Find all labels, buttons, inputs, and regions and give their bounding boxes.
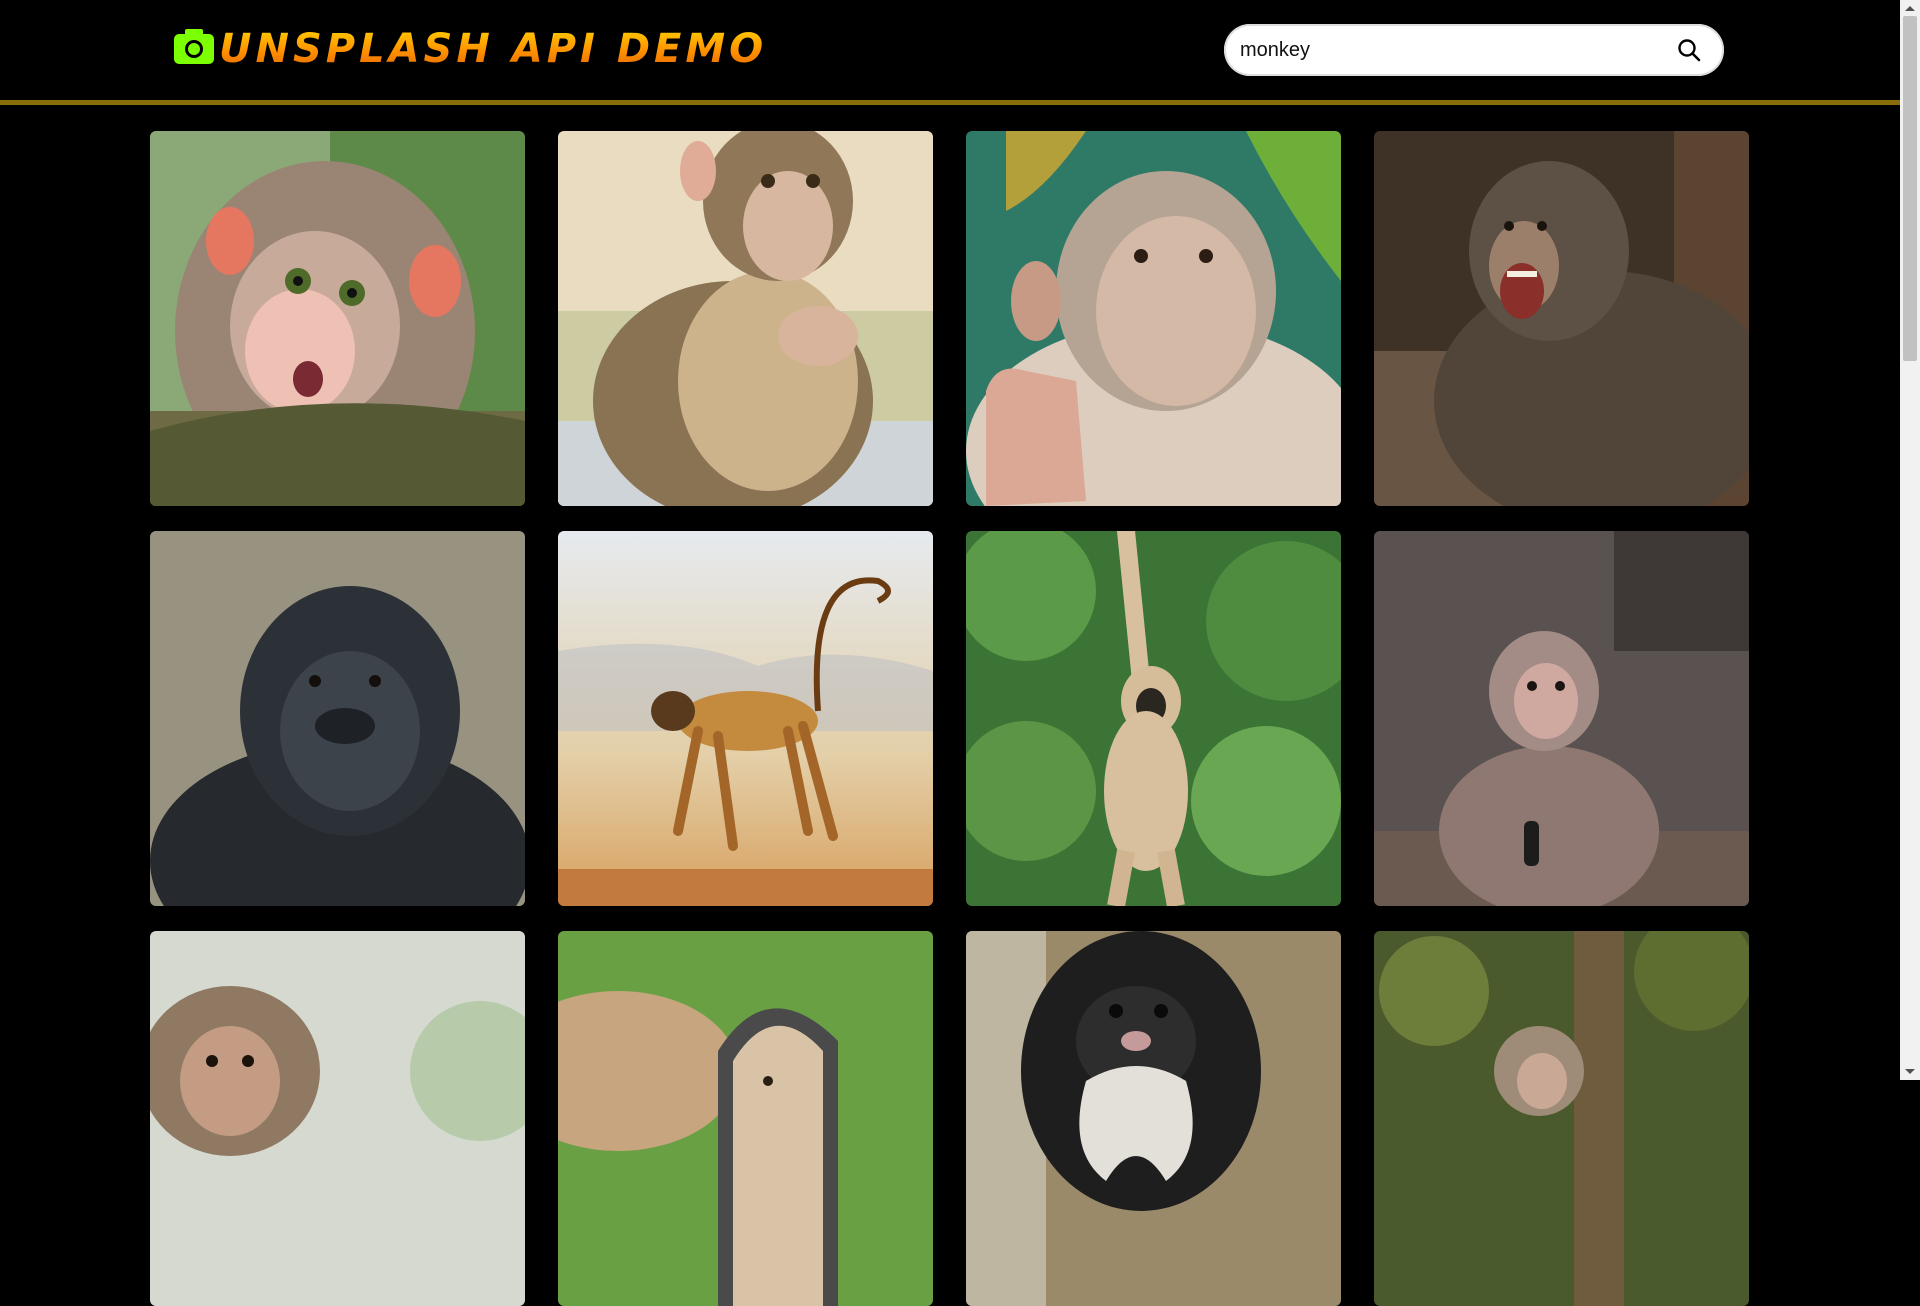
photo-card[interactable]: [150, 531, 525, 906]
photo-card[interactable]: [150, 131, 525, 506]
photo-card[interactable]: [966, 131, 1341, 506]
search-bar: [1224, 24, 1724, 76]
app-logo[interactable]: UNSPLASH API DEMO: [172, 26, 767, 71]
top-header: UNSPLASH API DEMO: [0, 0, 1900, 105]
search-input[interactable]: [1238, 29, 1652, 71]
photo-card[interactable]: [558, 531, 933, 906]
scroll-thumb[interactable]: [1903, 16, 1917, 361]
photo-grid: [150, 131, 1750, 1306]
photo-card[interactable]: [1374, 131, 1749, 506]
photo-card[interactable]: [558, 931, 933, 1306]
scroll-down-arrow[interactable]: [1905, 1069, 1915, 1074]
macaque-sitting-photo: [558, 131, 933, 506]
langur-walking-photo: [558, 531, 933, 906]
baby-macaque-closeup-photo: [150, 931, 525, 1306]
young-macaque-photo: [1374, 531, 1749, 906]
camera-icon: [172, 26, 216, 71]
gorilla-photo: [150, 531, 525, 906]
photo-card[interactable]: [558, 131, 933, 506]
photo-card[interactable]: [1374, 931, 1749, 1306]
photo-card[interactable]: [966, 931, 1341, 1306]
search-icon[interactable]: [1676, 37, 1702, 63]
photo-card[interactable]: [150, 931, 525, 1306]
monkey-mirror-photo: [558, 931, 933, 1306]
bonnet-macaque-photo: [966, 131, 1341, 506]
gibbon-hanging-photo: [966, 531, 1341, 906]
macaque-forest-photo: [1374, 931, 1749, 1306]
photo-card[interactable]: [1374, 531, 1749, 906]
page-scrollbar[interactable]: [1900, 0, 1920, 1080]
photo-card[interactable]: [966, 531, 1341, 906]
logo-title: UNSPLASH API DEMO: [219, 25, 768, 72]
baby-macaque-photo: [150, 131, 525, 506]
emperor-tamarin-photo: [966, 931, 1341, 1306]
macaque-yelling-photo: [1374, 131, 1749, 506]
scroll-up-arrow[interactable]: [1905, 6, 1915, 11]
